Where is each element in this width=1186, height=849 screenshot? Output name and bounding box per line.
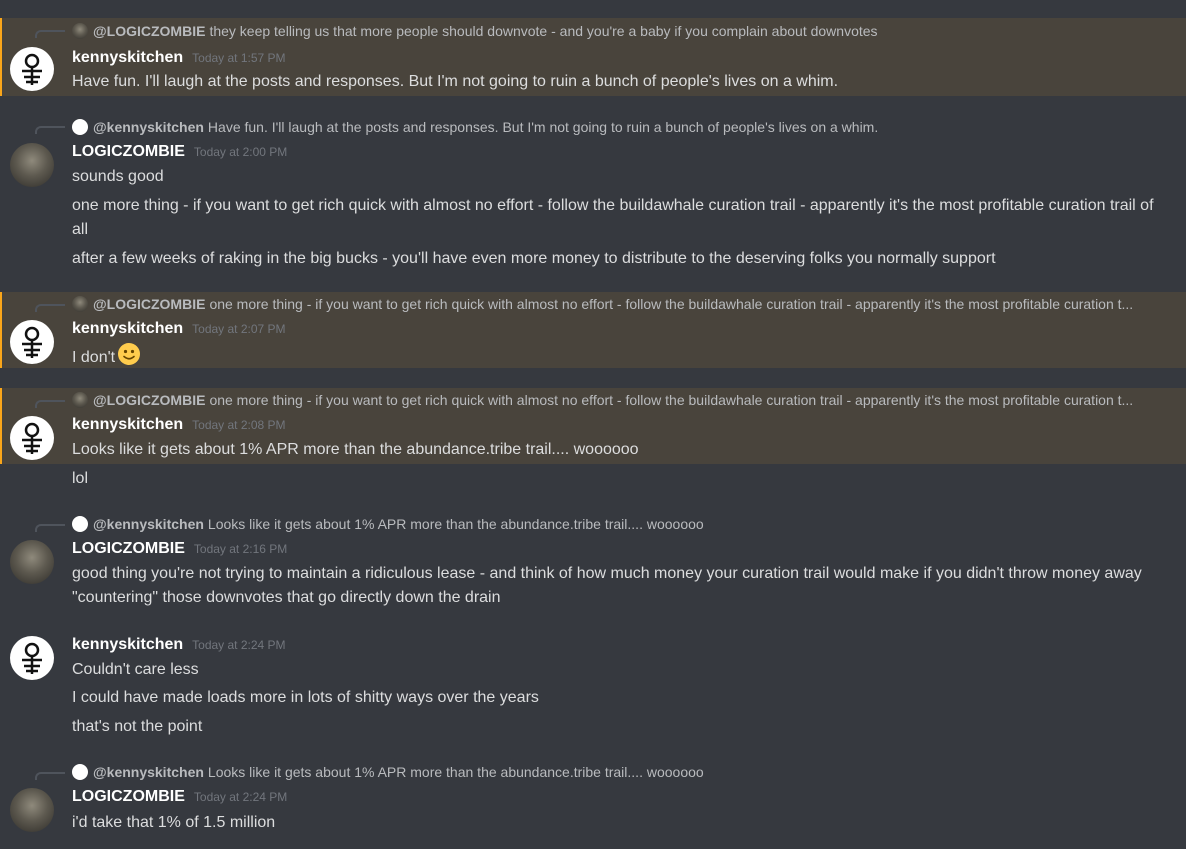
timestamp[interactable]: Today at 2:07 PM [192,322,285,336]
message: @kennyskitchen Looks like it gets about … [0,512,1186,612]
reply-text[interactable]: Have fun. I'll laugh at the posts and re… [208,119,878,135]
reply-spine [35,524,65,532]
username[interactable]: kennyskitchen [72,320,183,338]
reply-avatar [72,392,88,408]
username[interactable]: LOGICZOMBIE [72,143,185,161]
timestamp[interactable]: Today at 2:08 PM [192,418,285,432]
reply-author[interactable]: @LOGICZOMBIE [93,296,205,312]
reply-author[interactable]: @kennyskitchen [93,119,204,135]
avatar[interactable] [10,636,54,680]
username[interactable]: kennyskitchen [72,416,183,434]
reply-text[interactable]: one more thing - if you want to get rich… [209,392,1133,408]
timestamp[interactable]: Today at 2:24 PM [192,638,285,652]
username[interactable]: LOGICZOMBIE [72,788,185,806]
message-text: sounds good [72,168,164,185]
avatar[interactable] [10,320,54,364]
message: @kennyskitchen Have fun. I'll laugh at t… [0,114,1186,280]
message-text: lol [72,470,89,487]
reply-preview[interactable]: @LOGICZOMBIE one more thing - if you wan… [72,295,1178,313]
reply-spine [35,304,65,312]
username[interactable]: LOGICZOMBIE [72,540,185,558]
message: kennyskitchen Today at 2:24 PM Couldn't … [0,634,1186,744]
reply-spine [35,400,65,408]
timestamp[interactable]: Today at 2:16 PM [194,542,287,556]
reply-author[interactable]: @LOGICZOMBIE [93,23,205,39]
timestamp[interactable]: Today at 1:57 PM [192,51,285,65]
avatar-image [22,642,42,674]
message-text: that's not the point [72,718,203,735]
reply-text[interactable]: Looks like it gets about 1% APR more tha… [208,764,704,780]
reply-spine [35,126,65,134]
avatar[interactable] [10,47,54,91]
reply-text[interactable]: they keep telling us that more people sh… [209,23,877,39]
message-text: good thing you're not trying to maintain… [72,565,1142,606]
message-text-content: I don't [72,349,116,367]
message-text: I don't [72,342,1172,374]
reply-text[interactable]: Looks like it gets about 1% APR more tha… [208,516,704,532]
reply-preview[interactable]: @kennyskitchen Looks like it gets about … [72,763,1178,781]
username[interactable]: kennyskitchen [72,636,183,654]
reply-avatar [72,119,88,135]
message: @LOGICZOMBIE one more thing - if you wan… [0,388,1186,464]
reply-preview[interactable]: @LOGICZOMBIE they keep telling us that m… [72,22,1178,40]
reply-avatar [72,516,88,532]
message-header: kennyskitchen Today at 2:07 PM [72,320,286,342]
message-header: kennyskitchen Today at 2:24 PM [72,636,286,658]
avatar-image [22,53,42,85]
message: @LOGICZOMBIE they keep telling us that m… [0,18,1186,96]
message: @LOGICZOMBIE one more thing - if you wan… [0,292,1186,368]
message-text: after a few weeks of raking in the big b… [72,250,996,267]
message-header: kennyskitchen Today at 2:08 PM [72,416,286,438]
avatar[interactable] [10,788,54,832]
avatar[interactable] [10,416,54,460]
reply-preview[interactable]: @kennyskitchen Have fun. I'll laugh at t… [72,118,1178,136]
message: @kennyskitchen Looks like it gets about … [0,760,1186,849]
reply-author[interactable]: @kennyskitchen [93,516,204,532]
reply-avatar [72,296,88,312]
timestamp[interactable]: Today at 2:00 PM [194,145,287,159]
avatar-image [22,326,42,358]
username[interactable]: kennyskitchen [72,49,183,67]
message-header: kennyskitchen Today at 1:57 PM [72,49,286,71]
reply-preview[interactable]: @kennyskitchen Looks like it gets about … [72,515,1178,533]
reply-spine [35,772,65,780]
reply-avatar [72,23,88,39]
reply-author[interactable]: @LOGICZOMBIE [93,392,205,408]
message-text: Couldn't care less [72,661,199,678]
timestamp[interactable]: Today at 2:24 PM [194,790,287,804]
reply-preview[interactable]: @LOGICZOMBIE one more thing - if you wan… [72,391,1178,409]
message-header: LOGICZOMBIE Today at 2:00 PM [72,143,287,165]
reply-avatar [72,764,88,780]
message-text: Looks like it gets about 1% APR more tha… [72,441,639,458]
slightly-smiling-face-icon[interactable] [117,342,141,374]
message-text: I could have made loads more in lots of … [72,689,539,706]
avatar[interactable] [10,143,54,187]
reply-author[interactable]: @kennyskitchen [93,764,204,780]
reply-text[interactable]: one more thing - if you want to get rich… [209,296,1133,312]
reply-spine [35,30,65,38]
message-header: LOGICZOMBIE Today at 2:24 PM [72,788,287,810]
message-text: one more thing - if you want to get rich… [72,197,1154,238]
message-header: LOGICZOMBIE Today at 2:16 PM [72,540,287,562]
avatar[interactable] [10,540,54,584]
message-text: i'd take that 1% of 1.5 million [72,814,276,831]
message-text: Have fun. I'll laugh at the posts and re… [72,73,839,90]
avatar-image [22,422,42,454]
